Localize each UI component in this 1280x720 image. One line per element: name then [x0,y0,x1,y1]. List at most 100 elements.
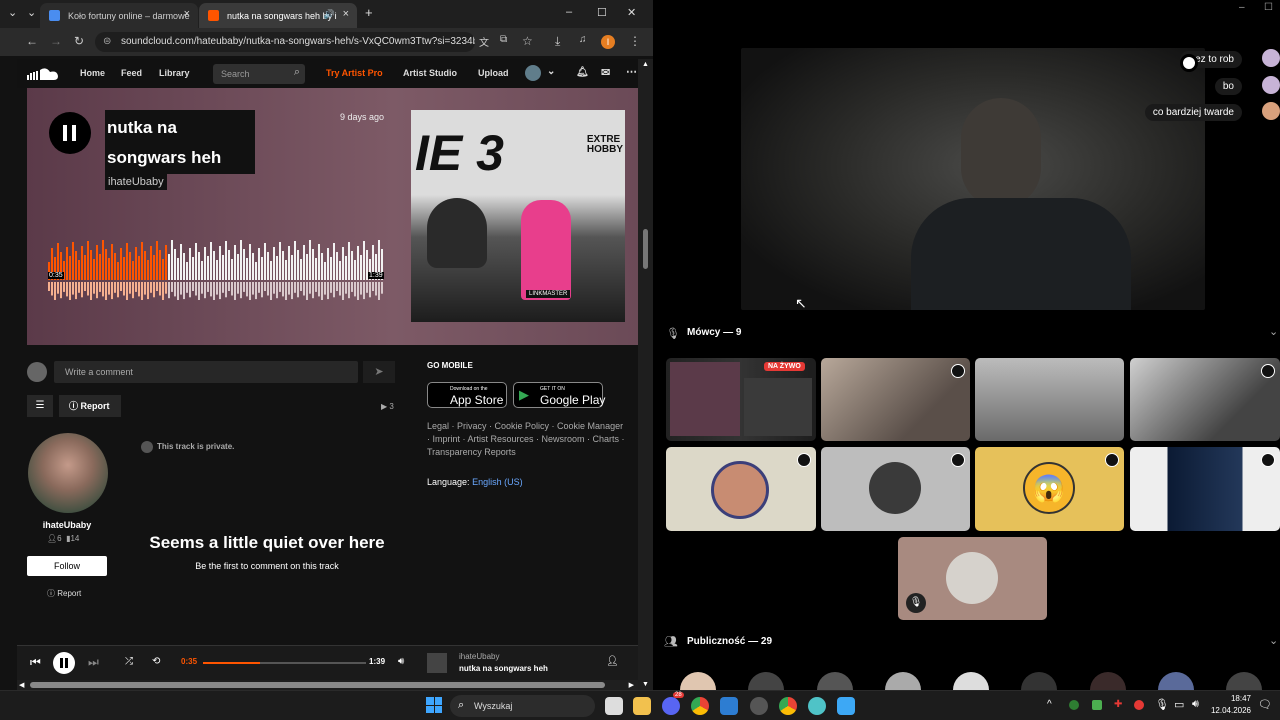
speaker-tile[interactable] [975,358,1124,441]
report-button[interactable]: ⓘ Report [59,395,121,417]
file-explorer-icon[interactable] [633,697,651,715]
stream-video[interactable]: ↖ [741,48,1205,310]
uploader-name[interactable]: ihateUbaby [17,520,117,530]
shuffle-icon[interactable]: ⤮ [125,656,133,667]
scroll-up-icon[interactable]: ▲ [642,61,649,68]
network-icon[interactable]: ▭ [1174,698,1184,711]
close-window-button[interactable]: ✕ [627,6,636,19]
language-selector[interactable]: Language: English (US) [427,477,523,487]
audience-avatar[interactable] [817,672,853,690]
maximize-button[interactable]: ☐ [1264,2,1273,13]
collapse-speakers-icon[interactable]: ⌄ [1269,325,1278,338]
player-pause-button[interactable] [53,652,75,674]
chat-avatar[interactable] [1262,49,1280,67]
vertical-scrollbar[interactable]: ▲ ▼ [638,59,653,690]
notepad-app-icon[interactable] [837,697,855,715]
task-view-icon[interactable] [605,697,623,715]
notifications-icon[interactable]: 🗨︎ [1258,698,1272,711]
profile-avatar[interactable]: I [601,35,615,49]
waveform[interactable] [48,236,384,300]
taskbar-search[interactable]: ⌕ Wyszukaj [450,695,595,717]
speaker-icon[interactable]: 🔊 [324,9,335,20]
messages-envelope-icon[interactable]: ✉ [601,66,610,79]
audience-avatar[interactable] [1090,672,1126,690]
chat-avatar[interactable] [1262,102,1280,120]
track-artist-link[interactable]: ihateUbaby [105,174,167,190]
speaker-tile[interactable] [821,447,970,531]
minimize-button[interactable]: – [566,6,572,18]
maximize-button[interactable]: ☐ [597,6,607,19]
google-play-badge[interactable]: ▶ GET IT ON Google Play [513,382,605,408]
bookmark-star-icon[interactable]: ☆ [522,34,533,48]
scroll-down-icon[interactable]: ▼ [642,681,649,688]
audience-avatar[interactable] [953,672,989,690]
audience-avatar[interactable] [1158,672,1194,690]
try-artist-pro-link[interactable]: Try Artist Pro [326,68,383,78]
chrome-profile-app-icon[interactable] [779,697,797,715]
nav-feed[interactable]: Feed [121,68,142,78]
media-control-icon[interactable]: ♫ [579,34,587,45]
address-bar[interactable]: ⊜ soundcloud.com/hateubaby/nutka-na-song… [95,32,475,52]
search-input[interactable]: Search ⌕ [213,64,305,84]
upload-link[interactable]: Upload [478,68,509,78]
tray-icon[interactable]: ✚ [1114,699,1122,710]
microphone-icon[interactable]: 🎙︎ [1155,698,1169,711]
tab-wheel-of-fortune[interactable]: Koło fortuny online – darmowe × [40,3,198,28]
cast-icon[interactable]: ⧉ [500,34,507,45]
send-comment-icon[interactable]: ➤ [363,361,395,383]
collapse-audience-icon[interactable]: ⌄ [1269,634,1278,647]
steam-app-icon[interactable] [750,697,768,715]
user-avatar[interactable] [525,65,541,81]
download-icon[interactable]: ⤓ [555,34,560,49]
uploader-avatar[interactable] [28,433,108,513]
site-info-icon[interactable]: ⊜ [103,32,111,52]
more-options-icon[interactable]: ⋯ [626,65,637,78]
tab-search-icon[interactable]: ⌄ [8,6,17,19]
player-artist[interactable]: ihateUbaby [459,652,499,661]
speaker-tile[interactable]: 🎙︎ [898,537,1047,620]
chrome-app-icon[interactable] [691,697,709,715]
add-to-playlist-icon[interactable]: ☰ [27,395,53,417]
back-icon[interactable]: ← [26,34,38,48]
minimize-button[interactable]: – [1239,2,1245,13]
close-tab-icon[interactable]: × [184,8,190,20]
horizontal-scroll-thumb[interactable] [30,682,605,688]
start-button-icon[interactable] [426,697,442,713]
tray-icon[interactable] [1069,700,1079,710]
discord-app-icon[interactable] [662,697,680,715]
speaker-tile[interactable] [1130,358,1280,441]
audience-avatar[interactable] [1021,672,1057,690]
chevron-down-icon[interactable]: ⌄ [27,6,36,19]
scroll-left-icon[interactable]: ◀ [19,681,24,689]
app-icon[interactable] [720,697,738,715]
follow-user-icon[interactable]: 👤︎ [606,656,619,667]
audience-avatar[interactable] [680,672,716,690]
volume-icon[interactable]: 🔊︎ [398,656,404,667]
clock-time[interactable]: 18:47 [1209,694,1251,703]
audience-avatar[interactable] [748,672,784,690]
vertical-scroll-thumb[interactable] [643,229,648,269]
horizontal-scrollbar[interactable]: ◀ ▶ [17,680,638,690]
forward-icon[interactable]: → [50,34,62,48]
reload-icon[interactable]: ↻ [74,34,84,48]
audience-avatar[interactable] [1226,672,1262,690]
language-value[interactable]: English (US) [472,477,523,487]
speaker-tile[interactable] [821,358,970,441]
speaker-tile[interactable] [666,447,816,531]
comment-input[interactable]: Write a comment [54,361,358,383]
chat-avatar[interactable] [1262,76,1280,94]
tray-expand-icon[interactable]: ^ [1047,699,1052,710]
menu-kebab-icon[interactable]: ⋮ [629,34,641,48]
tray-icon[interactable] [1092,700,1102,710]
volume-icon[interactable]: 🔊︎ [1192,698,1199,711]
previous-track-icon[interactable]: ⏮ [30,655,41,670]
tab-soundcloud[interactable]: nutka na songwars heh by i 🔊 × [199,3,357,28]
uploader-report-link[interactable]: ⓘ Report [47,588,81,599]
footer-links[interactable]: Legal · Privacy · Cookie Policy · Cookie… [427,420,627,459]
translate-icon[interactable]: 文 [479,34,489,49]
speaker-tile-stream[interactable]: NA ŻYWO [666,358,816,441]
tray-icon[interactable] [1134,700,1144,710]
player-title[interactable]: nutka na songwars heh [459,664,548,673]
nav-library[interactable]: Library [159,68,190,78]
scroll-right-icon[interactable]: ▶ [629,681,634,689]
